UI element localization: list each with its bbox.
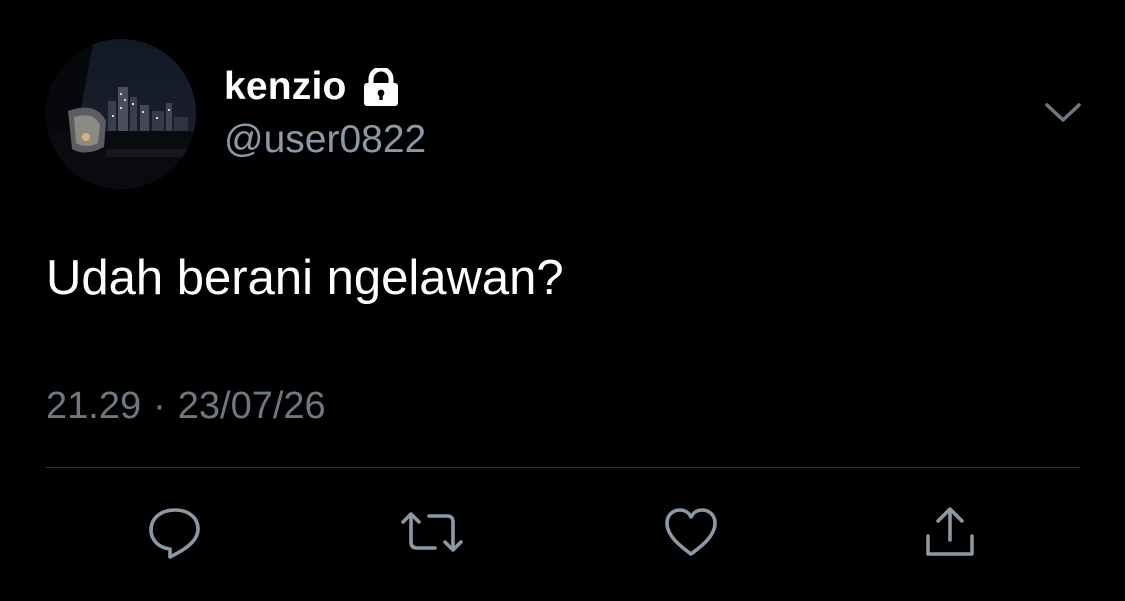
avatar-image <box>46 39 196 189</box>
avatar[interactable] <box>46 39 196 189</box>
lock-icon <box>361 68 401 106</box>
meta-separator: · <box>153 385 166 427</box>
share-button[interactable] <box>920 504 980 564</box>
chevron-down-icon[interactable] <box>1040 95 1086 131</box>
reply-icon <box>146 504 204 565</box>
share-icon <box>922 504 978 565</box>
display-name-row: kenzio <box>224 62 401 112</box>
tweet-time[interactable]: 21.29 <box>46 385 141 428</box>
tweet-meta: 21.29 · 23/07/26 <box>46 385 326 428</box>
tweet-date[interactable]: 23/07/26 <box>178 385 326 428</box>
action-bar <box>0 500 1125 570</box>
heart-icon <box>663 506 719 563</box>
user-handle[interactable]: @user0822 <box>224 118 426 162</box>
retweet-icon <box>399 508 465 561</box>
display-name[interactable]: kenzio <box>224 65 347 109</box>
like-button[interactable] <box>661 504 721 564</box>
retweet-button[interactable] <box>399 504 465 564</box>
tweet-text: Udah berani ngelawan? <box>46 251 564 305</box>
tweet-container: kenzio @user0822 Udah berani ngelawan? 2… <box>0 0 1125 601</box>
reply-button[interactable] <box>145 504 205 564</box>
divider <box>46 467 1080 468</box>
